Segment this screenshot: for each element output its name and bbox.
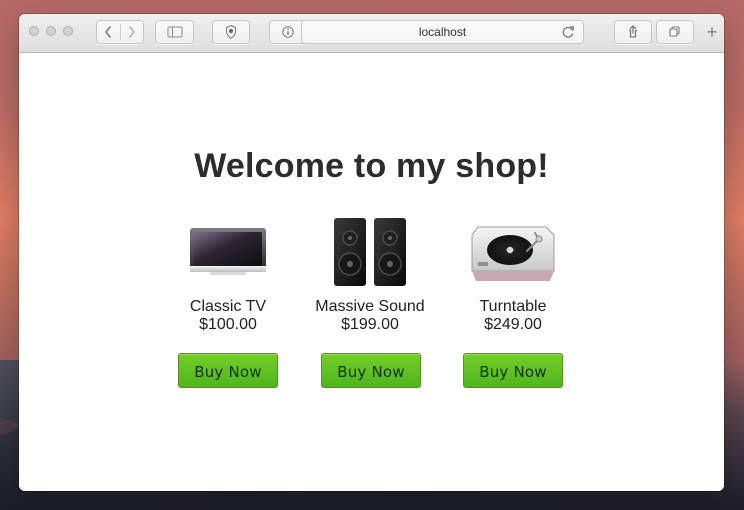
privacy-button[interactable]	[212, 20, 250, 44]
shield-icon	[212, 20, 250, 44]
share-icon	[614, 20, 652, 44]
product-price: $249.00	[484, 316, 542, 333]
page-title: Welcome to my shop!	[194, 147, 549, 185]
product-image-classic-tv	[183, 218, 273, 290]
back-button[interactable]	[96, 20, 120, 44]
address-text: localhost	[418, 25, 467, 39]
product-name: Turntable	[479, 298, 547, 315]
speakers-icon	[328, 216, 412, 293]
forward-button[interactable]	[120, 20, 144, 44]
navigation-buttons	[96, 20, 144, 44]
browser-window: localhost + Welcome to my shop! Classic …	[19, 14, 724, 491]
buy-now-button-turntable[interactable]: Buy Now	[463, 353, 563, 388]
close-window-button[interactable]	[29, 26, 39, 36]
product-price: $100.00	[199, 316, 257, 333]
buy-now-button-massive-sound[interactable]: Buy Now	[321, 353, 421, 388]
zoom-window-button[interactable]	[63, 26, 73, 36]
tabs-button[interactable]	[656, 20, 694, 44]
browser-toolbar: localhost +	[19, 14, 724, 53]
sidebar-icon	[155, 20, 194, 44]
page-content: Welcome to my shop! Classic TV $100.00 M…	[19, 53, 724, 491]
window-controls	[29, 26, 73, 36]
product-card-classic-tv: Classic TV $100.00	[163, 218, 293, 334]
sidebar-button[interactable]	[155, 20, 194, 44]
reload-icon[interactable]	[560, 24, 576, 40]
buy-now-button-classic-tv[interactable]: Buy Now	[178, 353, 278, 388]
new-tab-button[interactable]: +	[703, 20, 721, 44]
product-name: Classic TV	[189, 298, 267, 315]
product-name: Massive Sound	[315, 298, 425, 315]
product-card-massive-sound: Massive Sound $199.00	[305, 216, 435, 334]
tv-icon	[186, 222, 270, 287]
turntable-icon	[468, 219, 558, 290]
address-bar[interactable]: localhost	[301, 20, 584, 44]
chevron-right-icon	[120, 20, 144, 44]
product-image-turntable	[468, 218, 558, 290]
chevron-left-icon	[96, 20, 120, 44]
product-card-turntable: Turntable $249.00	[448, 218, 578, 334]
share-button[interactable]	[614, 20, 652, 44]
product-image-massive-sound	[325, 216, 415, 293]
tabs-icon	[656, 20, 694, 44]
minimize-window-button[interactable]	[46, 26, 56, 36]
product-price: $199.00	[341, 316, 399, 333]
